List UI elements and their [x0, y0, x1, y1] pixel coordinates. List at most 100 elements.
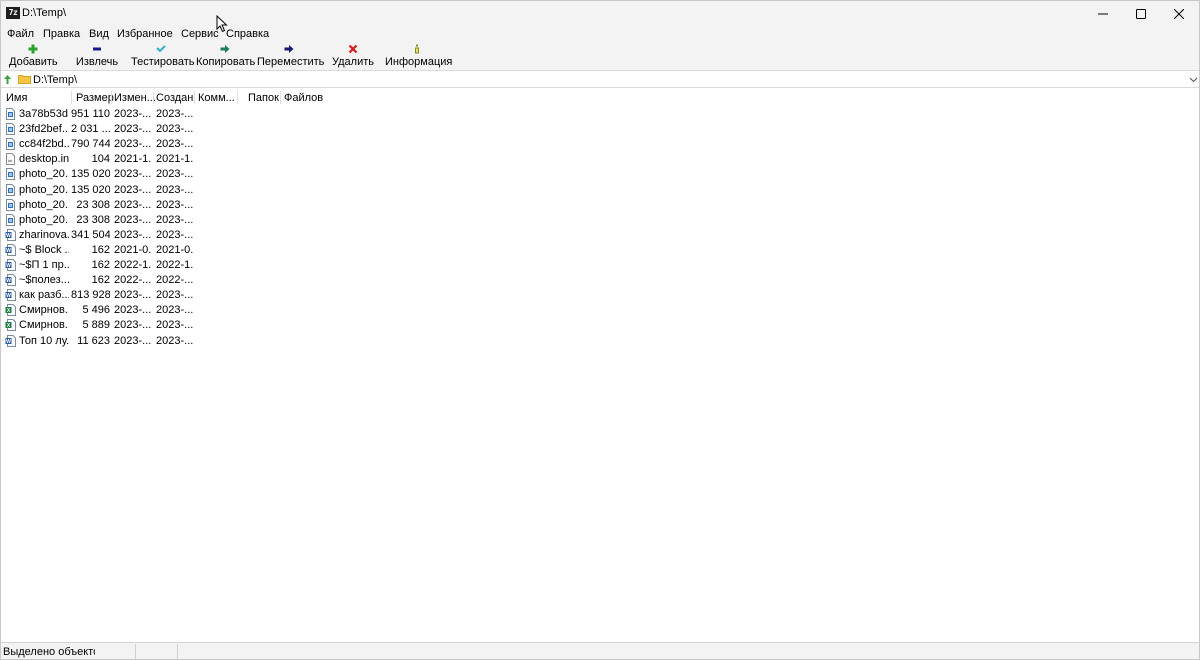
- file-created: 2023-...: [156, 183, 194, 196]
- file-row[interactable]: cc84f2bd... 790 744 2023-... 2023-...: [1, 137, 201, 152]
- column-divider[interactable]: [153, 91, 154, 104]
- file-created: 2023-...: [156, 123, 194, 136]
- file-row[interactable]: W ~$полез... 162 2022-... 2022-...: [1, 273, 201, 288]
- file-row[interactable]: photo_20... 135 020 2023-... 2023-...: [1, 183, 201, 198]
- menu-favorites[interactable]: Избранное: [117, 28, 173, 40]
- column-folders[interactable]: Папок: [248, 92, 279, 104]
- file-modified: 2023-...: [114, 198, 152, 211]
- column-divider[interactable]: [71, 91, 72, 104]
- file-size: 135 020: [71, 183, 110, 196]
- column-divider[interactable]: [280, 91, 281, 104]
- title-bar[interactable]: 7z D:\Temp\: [1, 1, 1199, 26]
- file-size: 23 308: [76, 213, 110, 226]
- move-button[interactable]: Переместить: [257, 42, 324, 70]
- image-file-icon: [5, 213, 16, 226]
- file-modified: 2021-0...: [114, 243, 152, 256]
- menu-help[interactable]: Справка: [226, 28, 269, 40]
- extract-button[interactable]: Извлечь: [75, 42, 119, 70]
- file-row[interactable]: photo_20... 23 308 2023-... 2023-...: [1, 213, 201, 228]
- menu-view[interactable]: Вид: [89, 28, 109, 40]
- file-row[interactable]: desktop.ini 104 2021-1... 2021-1...: [1, 152, 201, 167]
- maximize-button[interactable]: [1121, 1, 1161, 26]
- menu-file[interactable]: Файл: [7, 28, 34, 40]
- menu-tools[interactable]: Сервис: [181, 28, 219, 40]
- file-modified: 2023-...: [114, 123, 152, 136]
- folder-icon: [18, 75, 31, 84]
- file-size: 2 031 ...: [71, 123, 110, 136]
- file-row[interactable]: photo_20... 135 020 2023-... 2023-...: [1, 167, 201, 182]
- minimize-button[interactable]: [1083, 1, 1123, 26]
- file-name: photo_20...: [19, 183, 69, 196]
- file-modified: 2023-...: [114, 138, 152, 151]
- file-row[interactable]: 23fd2bef... 2 031 ... 2023-... 2023-...: [1, 122, 201, 137]
- column-divider[interactable]: [194, 91, 195, 104]
- column-name[interactable]: Имя: [6, 92, 27, 104]
- file-name: 23fd2bef...: [19, 123, 69, 136]
- file-modified: 2021-1...: [114, 153, 152, 166]
- close-icon: [1174, 8, 1184, 19]
- svg-text:W: W: [6, 248, 11, 254]
- file-created: 2023-...: [156, 228, 194, 241]
- word-doc-icon: W: [5, 259, 16, 271]
- chevron-down-icon[interactable]: [1189, 75, 1198, 84]
- file-name: photo_20...: [19, 168, 69, 181]
- menu-edit[interactable]: Правка: [43, 28, 80, 40]
- file-size: 813 928: [71, 289, 110, 302]
- file-modified: 2023-...: [114, 319, 152, 332]
- file-row[interactable]: W Топ 10 лу... 11 623 2023-... 2023-...: [1, 334, 201, 349]
- word-doc-icon: W: [5, 228, 16, 241]
- file-row[interactable]: photo_20... 23 308 2023-... 2023-...: [1, 198, 201, 213]
- up-folder-icon[interactable]: [4, 75, 11, 84]
- column-created[interactable]: Создан: [156, 92, 193, 104]
- image-file-icon: [5, 168, 16, 181]
- file-row[interactable]: W ~$ Block ... 162 2021-0... 2021-0...: [1, 243, 201, 258]
- file-name: photo_20...: [19, 198, 69, 211]
- file-created: 2021-0...: [156, 243, 194, 256]
- file-name: desktop.ini: [19, 153, 69, 166]
- test-button[interactable]: Тестировать: [131, 42, 195, 70]
- info-button-label: Информация: [385, 56, 453, 68]
- column-divider[interactable]: [237, 91, 238, 104]
- status-divider: [177, 644, 178, 659]
- file-modified: 2023-...: [114, 213, 152, 226]
- move-arrow-icon: [284, 45, 294, 53]
- file-row[interactable]: Wzharinova...341 504 2023-... 2023-...: [1, 228, 201, 243]
- file-created: 2023-...: [156, 289, 194, 302]
- menu-bar: Файл Правка Вид Избранное Сервис Справка: [1, 26, 1199, 42]
- file-row[interactable]: 3a78b53d...951 110 2023-... 2023-...: [1, 107, 201, 122]
- file-modified: 2023-...: [114, 334, 152, 347]
- column-size[interactable]: Размер: [76, 92, 114, 104]
- file-name: ~$П 1 пр...: [19, 259, 69, 271]
- file-row[interactable]: Wкак разб... 813 928 2023-... 2023-...: [1, 288, 201, 303]
- file-name: Смирнов...: [19, 304, 69, 317]
- file-list[interactable]: 3a78b53d...951 1102023-...2023-...23fd2b…: [1, 106, 1199, 641]
- column-comment[interactable]: Комм...: [198, 92, 235, 104]
- add-button[interactable]: Добавить: [9, 42, 58, 70]
- minimize-icon: [1098, 13, 1108, 14]
- image-file-icon: [5, 198, 16, 211]
- file-created: 2021-1...: [156, 153, 194, 166]
- file-name: cc84f2bd...: [19, 138, 69, 151]
- address-input[interactable]: D:\Temp\: [33, 74, 77, 86]
- delete-button[interactable]: Удалить: [331, 42, 375, 70]
- file-row[interactable]: X Смирнов... 5 496 2023-... 2023-...: [1, 303, 201, 318]
- column-files[interactable]: Файлов: [284, 92, 323, 104]
- info-icon: [415, 44, 419, 54]
- copy-button-label: Копировать: [196, 56, 256, 68]
- file-row[interactable]: W ~$П 1 пр... 162 2022-1... 2022-1...: [1, 258, 201, 273]
- svg-text:W: W: [6, 278, 11, 284]
- file-row[interactable]: X Смирнов... 5 889 2023-... 2023-...: [1, 318, 201, 333]
- copy-arrow-icon: [220, 45, 230, 53]
- extract-button-label: Извлечь: [75, 56, 119, 68]
- column-modified[interactable]: Измен...: [114, 92, 156, 104]
- delete-x-icon: [348, 44, 358, 54]
- info-button[interactable]: Информация: [385, 42, 453, 70]
- column-divider[interactable]: [111, 91, 112, 104]
- file-size: 162: [91, 259, 110, 271]
- toolbar: Добавить Извлечь Тестировать Копировать …: [1, 42, 1199, 71]
- close-button[interactable]: [1159, 1, 1199, 26]
- copy-button[interactable]: Копировать: [196, 42, 256, 70]
- word-doc-icon: W: [5, 289, 16, 302]
- file-name: ~$полез...: [19, 274, 69, 287]
- mouse-cursor-icon: [216, 15, 228, 33]
